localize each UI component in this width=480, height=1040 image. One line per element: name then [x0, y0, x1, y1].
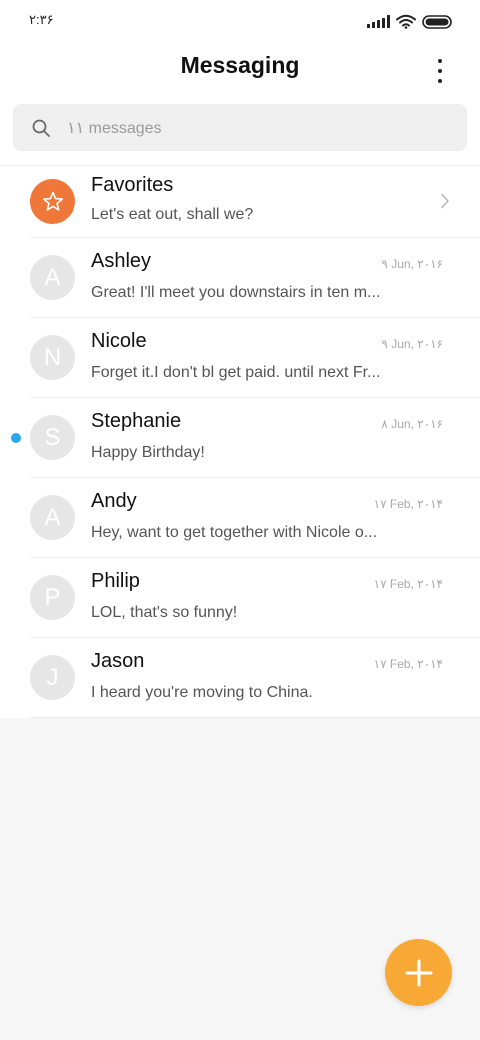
avatar: S: [30, 415, 75, 460]
conversation-row-philip[interactable]: P Philip LOL, that's so funny! ۱۷ Feb, ۲…: [0, 558, 480, 638]
search-placeholder: ۱۱ messages: [67, 119, 162, 137]
avatar: P: [30, 575, 75, 620]
favorites-avatar: [30, 179, 75, 224]
unread-indicator: [11, 433, 21, 443]
contact-name: Nicole: [91, 330, 147, 352]
new-message-button[interactable]: [385, 939, 452, 1006]
avatar: A: [30, 495, 75, 540]
contact-name: Stephanie: [91, 410, 182, 432]
battery-icon: [422, 14, 452, 29]
page-title: Messaging: [180, 52, 300, 78]
favorites-row[interactable]: Favorites Let's eat out, shall we?: [0, 166, 480, 238]
message-date: ۱۷ Feb, ۲۰۱۴: [373, 497, 443, 511]
message-preview: Hey, want to get together with Nicole o.…: [91, 524, 378, 541]
conversation-row-nicole[interactable]: N Nicole Forget it.I don't bl get paid. …: [0, 318, 480, 398]
contact-name: Ashley: [91, 250, 152, 272]
search-input[interactable]: ۱۱ messages: [13, 104, 467, 151]
message-preview: LOL, that's so funny!: [91, 604, 238, 621]
conversation-row-jason[interactable]: J Jason I heard you're moving to China. …: [0, 638, 480, 718]
favorites-name: Favorites: [91, 174, 174, 196]
message-preview: Great! I'll meet you downstairs in ten m…: [91, 284, 381, 301]
status-time: ۲:۳۶: [29, 12, 54, 27]
message-preview: Forget it.I don't bl get paid. until nex…: [91, 364, 381, 381]
signal-icon: [367, 15, 390, 28]
message-date: ۹ Jun, ۲۰۱۶: [381, 337, 443, 351]
divider: [30, 717, 480, 718]
message-preview: Happy Birthday!: [91, 444, 205, 461]
contact-name: Jason: [91, 650, 145, 672]
conversation-list: Favorites Let's eat out, shall we? A Ash…: [0, 166, 480, 718]
star-icon: [42, 191, 63, 211]
more-vertical-icon: [438, 59, 442, 63]
header: Messaging: [0, 40, 480, 92]
conversation-row-stephanie[interactable]: S Stephanie Happy Birthday! ۸ Jun, ۲۰۱۶: [0, 398, 480, 478]
conversation-row-ashley[interactable]: A Ashley Great! I'll meet you downstairs…: [0, 238, 480, 318]
wifi-icon: [396, 14, 416, 29]
message-date: ۹ Jun, ۲۰۱۶: [381, 257, 443, 271]
status-bar: ۲:۳۶: [0, 0, 480, 40]
favorites-preview: Let's eat out, shall we?: [91, 206, 254, 223]
avatar: J: [30, 655, 75, 700]
messaging-screen: ۲:۳۶ Messaging ۱۱ messages Favorites Let…: [0, 0, 480, 1040]
plus-icon: [405, 959, 432, 986]
message-date: ۱۷ Feb, ۲۰۱۴: [373, 577, 443, 591]
chevron-right-icon: [441, 193, 449, 209]
conversation-row-andy[interactable]: A Andy Hey, want to get together with Ni…: [0, 478, 480, 558]
message-date: ۸ Jun, ۲۰۱۶: [381, 417, 443, 431]
message-preview: I heard you're moving to China.: [91, 684, 313, 701]
top-area: ۲:۳۶ Messaging ۱۱ messages: [0, 0, 480, 166]
contact-name: Philip: [91, 570, 140, 592]
message-date: ۱۷ Feb, ۲۰۱۴: [373, 657, 443, 671]
more-options-button[interactable]: [430, 57, 450, 85]
search-area: ۱۱ messages: [0, 92, 480, 166]
contact-name: Andy: [91, 490, 137, 512]
avatar: N: [30, 335, 75, 380]
status-icons: [367, 14, 452, 29]
search-icon: [32, 119, 50, 137]
avatar: A: [30, 255, 75, 300]
